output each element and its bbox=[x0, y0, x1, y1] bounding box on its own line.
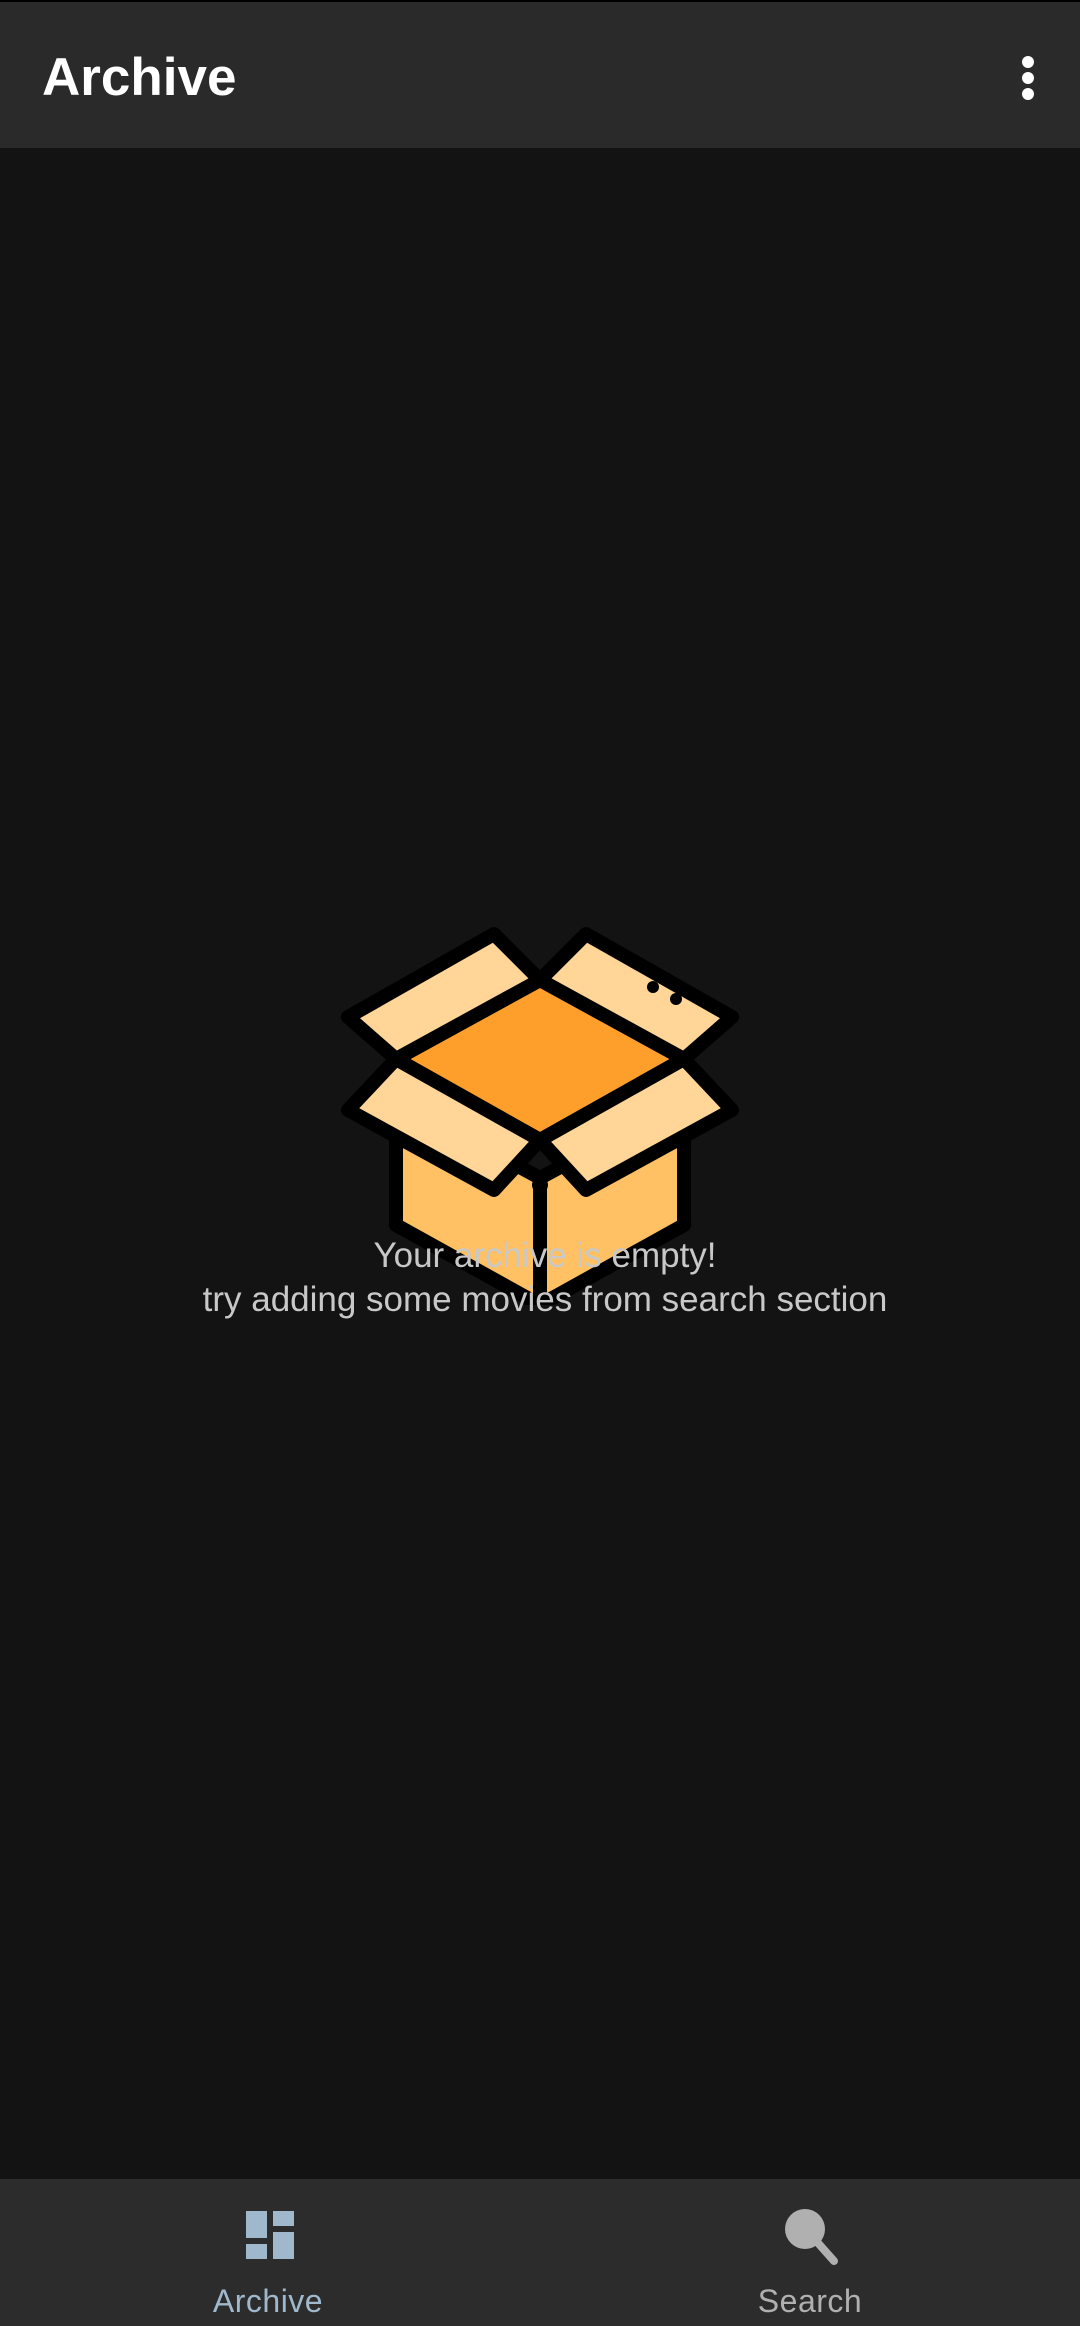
more-vert-icon bbox=[1022, 56, 1034, 100]
nav-label-search: Search bbox=[757, 2283, 863, 2319]
open-box-icon bbox=[341, 927, 739, 1305]
app-bar: Archive bbox=[0, 2, 1080, 148]
search-icon bbox=[785, 2209, 838, 2265]
empty-state-message: Your archive is empty! try adding some m… bbox=[0, 1234, 1080, 1322]
dashboard-icon bbox=[246, 2211, 294, 2259]
empty-state-line-1: Your archive is empty! bbox=[373, 1236, 717, 1275]
nav-item-search[interactable]: Search bbox=[540, 2179, 1080, 2326]
nav-item-archive[interactable]: Archive bbox=[0, 2179, 540, 2326]
more-options-button[interactable] bbox=[988, 26, 1068, 130]
bottom-navigation: Archive Search bbox=[0, 2179, 1080, 2326]
empty-state-line-2: try adding some movies from search secti… bbox=[202, 1280, 888, 1319]
page-title: Archive bbox=[42, 48, 237, 107]
nav-label-archive: Archive bbox=[212, 2283, 324, 2319]
